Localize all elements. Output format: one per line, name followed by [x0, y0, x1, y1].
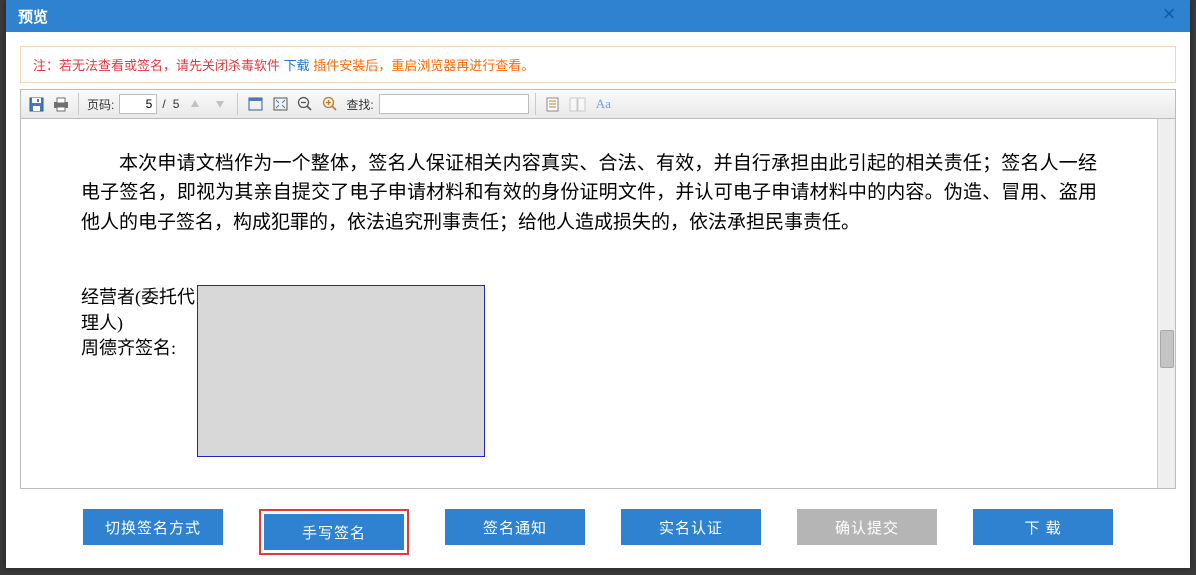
switch-sign-mode-button[interactable]: 切换签名方式: [83, 509, 223, 545]
next-page-icon[interactable]: [209, 93, 231, 115]
save-icon[interactable]: [25, 93, 47, 115]
print-icon[interactable]: [50, 93, 72, 115]
page-label: 页码:: [85, 96, 116, 113]
two-page-icon[interactable]: [567, 93, 589, 115]
download-link[interactable]: 下载: [284, 58, 310, 73]
signature-box[interactable]: [197, 285, 485, 457]
confirm-submit-button: 确认提交: [797, 509, 937, 545]
viewer-toolbar: 页码: / 5: [21, 90, 1175, 119]
zoom-in-icon[interactable]: [319, 93, 341, 115]
page-sep: /: [160, 97, 167, 111]
document-area[interactable]: 本次申请文档作为一个整体，签名人保证相关内容真实、合法、有效，并自行承担由此引起…: [21, 119, 1157, 488]
highlight-frame: 手写签名: [259, 509, 409, 555]
scrollbar[interactable]: [1157, 119, 1175, 488]
scroll-thumb[interactable]: [1160, 330, 1174, 368]
notice-bar: 注：若无法查看或签名，请先关闭杀毒软件 下载 插件安装后，重启浏览器再进行查看。: [20, 46, 1176, 83]
viewer-body: 本次申请文档作为一个整体，签名人保证相关内容真实、合法、有效，并自行承担由此引起…: [21, 119, 1175, 488]
text-select-icon[interactable]: Aa: [592, 96, 615, 112]
page-input[interactable]: [119, 94, 157, 114]
separator: [78, 93, 79, 115]
notice-text-2: 插件安装后，重启浏览器再进行查看。: [310, 58, 535, 73]
pdf-viewer: 页码: / 5: [20, 89, 1176, 489]
fit-width-icon[interactable]: [269, 93, 291, 115]
download-button[interactable]: 下 载: [973, 509, 1113, 545]
handwrite-sign-button[interactable]: 手写签名: [264, 514, 404, 550]
document-page: 本次申请文档作为一个整体，签名人保证相关内容真实、合法、有效，并自行承担由此引起…: [21, 119, 1157, 488]
signature-label-2: 周德齐签名:: [81, 336, 197, 361]
sign-notice-button[interactable]: 签名通知: [445, 509, 585, 545]
prev-page-icon[interactable]: [184, 93, 206, 115]
realname-auth-button[interactable]: 实名认证: [621, 509, 761, 545]
modal-body: 注：若无法查看或签名，请先关闭杀毒软件 下载 插件安装后，重启浏览器再进行查看。…: [6, 32, 1190, 575]
signature-label-1: 经营者(委托代理人): [81, 285, 197, 335]
close-icon[interactable]: ×: [1160, 7, 1178, 25]
separator: [237, 93, 238, 115]
preview-modal: 预览 × 注：若无法查看或签名，请先关闭杀毒软件 下载 插件安装后，重启浏览器再…: [6, 0, 1190, 568]
single-page-icon[interactable]: [542, 93, 564, 115]
fit-page-icon[interactable]: [244, 93, 266, 115]
separator: [535, 93, 536, 115]
notice-text-1: 若无法查看或签名，请先关闭杀毒软件: [59, 58, 284, 73]
find-input[interactable]: [379, 94, 529, 114]
signature-labels: 经营者(委托代理人) 周德齐签名:: [81, 285, 197, 361]
notice-prefix: 注：: [33, 58, 59, 73]
page-total: 5: [171, 97, 182, 111]
action-buttons: 切换签名方式 手写签名 签名通知 实名认证 确认提交 下 载: [20, 489, 1176, 575]
modal-title: 预览: [18, 6, 48, 27]
document-paragraph: 本次申请文档作为一个整体，签名人保证相关内容真实、合法、有效，并自行承担由此引起…: [81, 149, 1097, 237]
modal-header: 预览 ×: [6, 0, 1190, 32]
zoom-out-icon[interactable]: [294, 93, 316, 115]
find-label: 查找:: [344, 96, 375, 113]
signature-row: 经营者(委托代理人) 周德齐签名:: [81, 285, 1097, 457]
